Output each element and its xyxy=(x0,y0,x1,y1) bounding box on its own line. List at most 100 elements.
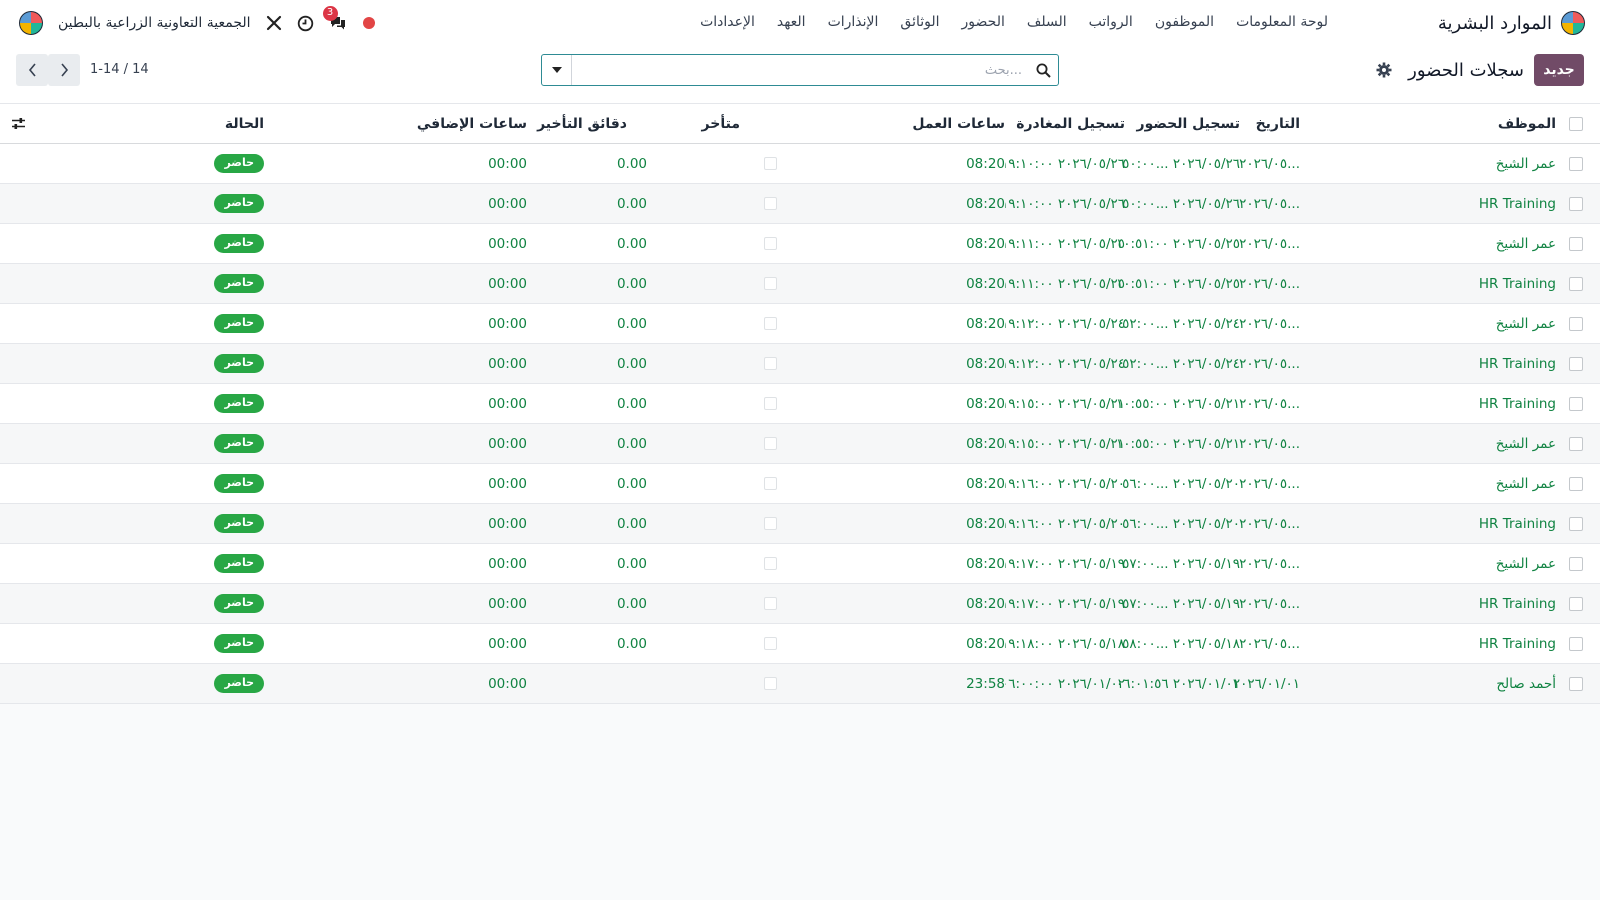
row-checkbox[interactable] xyxy=(1566,504,1586,543)
cell-check-in: ٢٠٢٦/٠٥/٢٤ ...٥٢:٠٠ xyxy=(1122,355,1240,372)
table-row[interactable]: HR Training ٢٠٢٦/٠٥... ٢٠٢٦/٠٥/٢٦ ...٥٠:٠٠… xyxy=(0,184,1600,224)
app-title[interactable]: الموارد البشرية xyxy=(1438,13,1552,34)
caret-down-icon xyxy=(551,67,562,73)
row-checkbox[interactable] xyxy=(1566,224,1586,263)
cell-overtime: 00:00 xyxy=(488,155,527,172)
cell-check-out: ٢٠٢٦/٠٥/٢٤ ١٩:١٢:٠٠ xyxy=(1005,315,1125,332)
search-input[interactable] xyxy=(572,55,1028,85)
status-badge: حاضر xyxy=(214,394,264,413)
pager-previous-button[interactable] xyxy=(16,54,48,86)
search-options-toggle[interactable] xyxy=(542,55,572,85)
cell-overtime: 00:00 xyxy=(488,195,527,212)
row-checkbox[interactable] xyxy=(1566,344,1586,383)
cell-work-hours: 08:20 xyxy=(966,195,1005,212)
table-row[interactable]: HR Training ٢٠٢٦/٠٥... ٢٠٢٦/٠٥/٢٤ ...٥٢:٠٠… xyxy=(0,344,1600,384)
cell-check-out: ٢٠٢٦/٠٥/٢٤ ١٩:١٢:٠٠ xyxy=(1005,355,1125,372)
header-check-out[interactable]: تسجيل المغادرة xyxy=(1005,104,1125,143)
menu-attendance[interactable]: الحضور xyxy=(962,14,1005,30)
messages-icon[interactable]: 3 xyxy=(322,6,347,32)
cell-check-out: ٢٠٢٦/٠٥/١٨ ١٩:١٨:٠٠ xyxy=(1005,635,1125,652)
pager-next-button[interactable] xyxy=(48,54,80,86)
cell-check-in: ٢٠٢٦/٠٥/٢١ ١٠:٥٥:٠٠ xyxy=(1115,435,1240,452)
cell-check-in: ٢٠٢٦/٠٥/٢٦ ...٥٠:٠٠ xyxy=(1122,155,1240,172)
menu-employees[interactable]: الموظفون xyxy=(1155,14,1214,30)
table-row[interactable]: عمر الشيخ ٢٠٢٦/٠٥... ٢٠٢٦/٠٥/٢١ ١٠:٥٥:٠٠ ٢٠… xyxy=(0,424,1600,464)
status-badge: حاضر xyxy=(214,474,264,493)
table-row[interactable]: HR Training ٢٠٢٦/٠٥... ٢٠٢٦/٠٥/٢١ ١٠:٥٥:٠٠… xyxy=(0,384,1600,424)
row-checkbox[interactable] xyxy=(1566,264,1586,303)
clock-icon[interactable] xyxy=(297,14,315,32)
table-row[interactable]: عمر الشيخ ٢٠٢٦/٠٥... ٢٠٢٦/٠٥/٢٥ ١٠:٥١:٠٠ ٢٠… xyxy=(0,224,1600,264)
app-brand[interactable]: الموارد البشرية xyxy=(1438,10,1586,36)
table-row[interactable]: HR Training ٢٠٢٦/٠٥... ٢٠٢٦/٠٥/٢٠ ...٥٦:٠٠… xyxy=(0,504,1600,544)
table-row[interactable]: أحمد صالح ٢٠٢٦/٠١/٠١ ٢٠٢٦/٠١/٠١ ٠٦:٠١:٥٦ ٢٠… xyxy=(0,664,1600,704)
cell-delay-minutes: 0.00 xyxy=(616,395,647,412)
table-row[interactable]: عمر الشيخ ٢٠٢٦/٠٥... ٢٠٢٦/٠٥/٢٦ ...٥٠:٠٠ ٢٠… xyxy=(0,144,1600,184)
row-checkbox[interactable] xyxy=(1566,464,1586,503)
app-logo-icon[interactable] xyxy=(1560,10,1586,36)
cell-work-hours: 08:20 xyxy=(966,315,1005,332)
tools-icon[interactable] xyxy=(265,14,283,32)
select-all-checkbox[interactable] xyxy=(1566,104,1586,143)
cell-delay-minutes: 0.00 xyxy=(616,475,647,492)
table-row[interactable]: HR Training ٢٠٢٦/٠٥... ٢٠٢٦/٠٥/٢٥ ١٠:٥١:٠٠… xyxy=(0,264,1600,304)
row-checkbox[interactable] xyxy=(1566,544,1586,583)
cell-work-hours: 08:20 xyxy=(966,355,1005,372)
cell-check-out: ٢٠٢٦/٠٥/٢٦ ١٩:١٠:٠٠ xyxy=(1005,155,1125,172)
menu-advances[interactable]: السلف xyxy=(1027,14,1067,30)
pager-value[interactable]: 1-14 / 14 xyxy=(90,62,149,77)
menu-payroll[interactable]: الرواتب xyxy=(1089,14,1133,30)
menu-settings[interactable]: الإعدادات xyxy=(700,14,755,30)
header-late[interactable]: متأخر xyxy=(620,104,740,143)
company-logo-icon[interactable] xyxy=(18,10,44,36)
menu-documents[interactable]: الوثائق xyxy=(900,14,939,30)
status-dot-icon[interactable] xyxy=(362,17,375,29)
row-checkbox[interactable] xyxy=(1566,424,1586,463)
row-checkbox[interactable] xyxy=(1566,584,1586,623)
new-button[interactable]: جديد xyxy=(1534,54,1584,86)
table-row[interactable]: عمر الشيخ ٢٠٢٦/٠٥... ٢٠٢٦/٠٥/٢٤ ...٥٢:٠٠ ٢٠… xyxy=(0,304,1600,344)
cell-employee: عمر الشيخ xyxy=(1495,235,1556,252)
row-checkbox[interactable] xyxy=(1566,384,1586,423)
menu-custody[interactable]: العهد xyxy=(777,14,806,30)
table-row[interactable]: عمر الشيخ ٢٠٢٦/٠٥... ٢٠٢٦/٠٥/١٩ ...٥٧:٠٠ ٢٠… xyxy=(0,544,1600,584)
row-checkbox[interactable] xyxy=(1566,304,1586,343)
gear-icon[interactable] xyxy=(1376,62,1392,78)
row-checkbox[interactable] xyxy=(1566,144,1586,183)
cell-employee: HR Training xyxy=(1478,635,1556,652)
table-row[interactable]: HR Training ٢٠٢٦/٠٥... ٢٠٢٦/٠٥/١٨ ...٥٨:٠٠… xyxy=(0,624,1600,664)
row-checkbox[interactable] xyxy=(1566,184,1586,223)
table-row[interactable]: عمر الشيخ ٢٠٢٦/٠٥... ٢٠٢٦/٠٥/٢٠ ...٥٦:٠٠ ٢٠… xyxy=(0,464,1600,504)
table-row[interactable]: HR Training ٢٠٢٦/٠٥... ٢٠٢٦/٠٥/١٩ ...٥٧:٠٠… xyxy=(0,584,1600,624)
cell-status: حاضر xyxy=(124,304,264,343)
row-checkbox[interactable] xyxy=(1566,664,1586,703)
chevron-left-icon xyxy=(28,63,36,77)
cell-work-hours: 08:20 xyxy=(966,395,1005,412)
header-overtime-hours[interactable]: ساعات الإضافي xyxy=(367,104,527,143)
optional-columns-icon[interactable] xyxy=(8,104,28,143)
cell-check-in: ٢٠٢٦/٠٥/١٨ ...٥٨:٠٠ xyxy=(1122,635,1240,652)
company-switcher[interactable]: الجمعية التعاونية الزراعية بالبطين xyxy=(58,15,251,31)
search-icon[interactable] xyxy=(1028,55,1058,85)
cell-delay-minutes: 0.00 xyxy=(616,515,647,532)
header-employee[interactable]: الموظف xyxy=(1356,104,1556,143)
header-work-hours[interactable]: ساعات العمل xyxy=(855,104,1005,143)
cell-status: حاضر xyxy=(124,424,264,463)
header-status[interactable]: الحالة xyxy=(124,104,264,143)
cell-delay-minutes: 0.00 xyxy=(616,595,647,612)
cell-work-hours: 08:20 xyxy=(966,515,1005,532)
row-checkbox[interactable] xyxy=(1566,624,1586,663)
header-check-in[interactable]: تسجيل الحضور xyxy=(1110,104,1240,143)
cell-late-checkbox xyxy=(700,424,840,463)
cell-overtime: 00:00 xyxy=(488,355,527,372)
cell-late-checkbox xyxy=(700,304,840,343)
menu-dashboard[interactable]: لوحة المعلومات xyxy=(1236,14,1328,30)
cell-status: حاضر xyxy=(124,664,264,703)
cell-late-checkbox xyxy=(700,504,840,543)
cell-check-in: ٢٠٢٦/٠٥/١٩ ...٥٧:٠٠ xyxy=(1122,555,1240,572)
cell-work-hours: 08:20 xyxy=(966,435,1005,452)
cell-late-checkbox xyxy=(700,384,840,423)
cell-employee: عمر الشيخ xyxy=(1495,475,1556,492)
cell-work-hours: 08:20 xyxy=(966,475,1005,492)
menu-warnings[interactable]: الإنذارات xyxy=(828,14,879,30)
